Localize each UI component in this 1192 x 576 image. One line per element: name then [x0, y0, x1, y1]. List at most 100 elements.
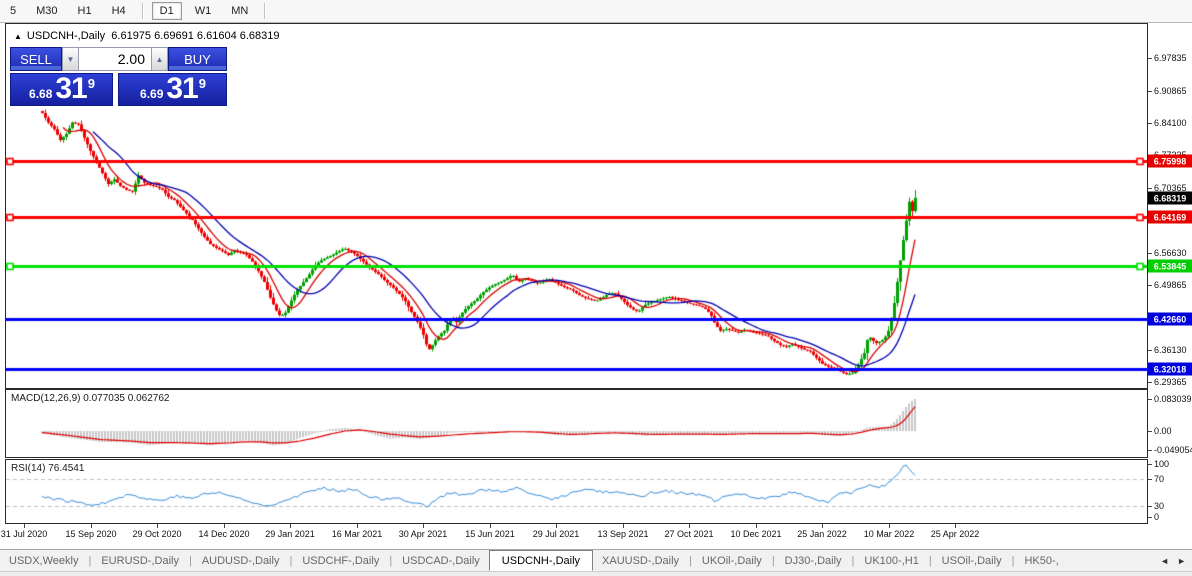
price-axis-tick-label: 6.56630	[1154, 248, 1187, 258]
tab-ukoildaily[interactable]: UKOil-,Daily	[693, 553, 771, 569]
price-axis-tick	[1148, 382, 1152, 383]
date-axis-tick	[290, 524, 291, 528]
timeframe-button-5[interactable]: 5	[3, 3, 23, 19]
date-axis-label: 14 Dec 2020	[198, 529, 250, 539]
timeframe-button-m30[interactable]: M30	[29, 3, 64, 19]
timeframe-button-mn[interactable]: MN	[224, 3, 255, 19]
chart-symbol-label: USDCNH-,Daily	[26, 30, 106, 42]
tab-hk50[interactable]: HK50-,	[1015, 553, 1067, 569]
macd-axis-tick	[1148, 450, 1152, 451]
sell-price-panel[interactable]: 6.68 31 9	[10, 73, 113, 106]
timeframe-button-h1[interactable]: H1	[71, 3, 99, 19]
rsi-axis-tick	[1148, 479, 1152, 480]
price-axis-tick-label: 6.90865	[1154, 86, 1187, 96]
tab-scroll-right-icon[interactable]: ►	[1177, 556, 1186, 566]
price-axis-tick	[1148, 188, 1152, 189]
date-axis-tick	[955, 524, 956, 528]
date-axis-label: 15 Jun 2021	[465, 529, 515, 539]
price-line-label-6.68319: 6.68319	[1148, 191, 1192, 205]
sell-price-prefix: 6.68	[29, 87, 53, 101]
date-axis-tick	[756, 524, 757, 528]
rsi-axis-tick	[1148, 517, 1152, 518]
date-axis-label: 10 Mar 2022	[863, 529, 915, 539]
date-axis-label: 16 Mar 2021	[331, 529, 383, 539]
chevron-up-icon: ▲	[155, 54, 164, 64]
price-axis-tick-label: 6.36130	[1154, 345, 1187, 355]
date-axis-tick	[822, 524, 823, 528]
tab-scroll-left-icon[interactable]: ◄	[1160, 556, 1169, 566]
volume-decrease-button[interactable]: ▼	[62, 47, 79, 71]
date-axis-label: 10 Dec 2021	[730, 529, 782, 539]
date-axis-label: 29 Jul 2021	[532, 529, 580, 539]
tab-uk100h1[interactable]: UK100-,H1	[855, 553, 927, 569]
tab-xauusddaily[interactable]: XAUUSD-,Daily	[593, 553, 688, 569]
price-axis-tick	[1148, 123, 1152, 124]
date-axis-tick	[157, 524, 158, 528]
price-axis-tick	[1148, 91, 1152, 92]
status-strip	[0, 571, 1192, 576]
tab-usoildaily[interactable]: USOil-,Daily	[933, 553, 1011, 569]
tab-usdchfdaily[interactable]: USDCHF-,Daily	[293, 553, 388, 569]
toolbar-separator	[141, 3, 143, 19]
price-axis-tick-label: 6.97835	[1154, 53, 1187, 63]
buy-price-panel[interactable]: 6.69 31 9	[118, 73, 227, 106]
timeframe-button-d1[interactable]: D1	[151, 2, 182, 20]
timeframe-button-w1[interactable]: W1	[188, 3, 219, 19]
date-axis-label: 15 Sep 2020	[65, 529, 117, 539]
collapse-triangle-icon[interactable]: ▲	[14, 32, 22, 41]
rsi-axis-tick	[1148, 506, 1152, 507]
macd-axis-tick	[1148, 431, 1152, 432]
volume-increase-button[interactable]: ▲	[151, 47, 168, 71]
tab-audusddaily[interactable]: AUDUSD-,Daily	[193, 553, 289, 569]
tab-dj30daily[interactable]: DJ30-,Daily	[776, 553, 851, 569]
date-axis-tick	[689, 524, 690, 528]
rsi-indicator-label: RSI(14) 76.4541	[11, 463, 85, 474]
rsi-axis-tick	[1148, 464, 1152, 465]
macd-axis-tick-label: 0.00	[1154, 426, 1172, 436]
one-click-trading-widget: SELL ▼ ▲ BUY 6.68 31 9 6.69 31 9	[10, 47, 227, 106]
chevron-down-icon: ▼	[66, 54, 75, 64]
price-axis-tick-label: 6.49865	[1154, 280, 1187, 290]
price-line-label-6.53845: 6.53845	[1148, 259, 1192, 273]
buy-button[interactable]: BUY	[168, 47, 227, 71]
sell-button[interactable]: SELL	[10, 47, 62, 71]
symbol-tab-bar: USDX,Weekly | EURUSD-,Daily | AUDUSD-,Daily |…	[0, 549, 1192, 571]
macd-axis-tick	[1148, 399, 1152, 400]
date-axis-tick	[556, 524, 557, 528]
price-line-label-6.42660: 6.42660	[1148, 312, 1192, 326]
date-axis-label: 25 Jan 2022	[797, 529, 847, 539]
buy-price-prefix: 6.69	[140, 87, 164, 101]
buy-price-pips: 31	[166, 72, 198, 105]
timeframe-button-h4[interactable]: H4	[105, 3, 133, 19]
price-axis-tick	[1148, 350, 1152, 351]
sell-price-pips: 31	[55, 72, 87, 105]
date-axis-label: 31 Jul 2020	[0, 529, 48, 539]
rsi-canvas[interactable]	[6, 460, 1147, 523]
price-line-label-6.75998: 6.75998	[1148, 154, 1192, 168]
tab-usdcnhdaily[interactable]: USDCNH-,Daily	[488, 550, 594, 571]
tab-usdxweekly[interactable]: USDX,Weekly	[0, 553, 87, 569]
timeframe-toolbar: 5 M30 H1 H4 D1 W1 MN	[0, 0, 1192, 23]
rsi-axis-tick-label: 100	[1154, 459, 1170, 469]
date-axis-label: 25 Apr 2022	[930, 529, 980, 539]
date-axis-label: 29 Oct 2020	[132, 529, 182, 539]
tab-usdcaddaily[interactable]: USDCAD-,Daily	[393, 553, 489, 569]
price-axis-tick-label: 6.84100	[1154, 118, 1187, 128]
price-line-label-6.64169: 6.64169	[1148, 210, 1192, 224]
macd-canvas[interactable]	[6, 390, 1147, 457]
date-axis-tick	[490, 524, 491, 528]
date-axis-label: 27 Oct 2021	[664, 529, 714, 539]
macd-indicator-label: MACD(12,26,9) 0.077035 0.062762	[11, 393, 170, 404]
chart-title: ▲ USDCNH-,Daily 6.61975 6.69691 6.61604 6…	[14, 30, 280, 42]
date-axis-tick	[224, 524, 225, 528]
price-axis-tick-label: 6.29365	[1154, 377, 1187, 387]
sell-price-point: 9	[87, 76, 95, 91]
buy-price-point: 9	[198, 76, 206, 91]
tab-eurusddaily[interactable]: EURUSD-,Daily	[92, 553, 188, 569]
rsi-panel	[5, 459, 1148, 524]
trading-platform-window: 5 M30 H1 H4 D1 W1 MN ▲ USDCNH-,Daily 6.61975 6.…	[0, 0, 1192, 576]
date-axis-label: 30 Apr 2021	[398, 529, 448, 539]
date-axis-label: 29 Jan 2021	[265, 529, 315, 539]
price-line-label-6.32018: 6.32018	[1148, 362, 1192, 376]
volume-input[interactable]	[79, 47, 151, 71]
